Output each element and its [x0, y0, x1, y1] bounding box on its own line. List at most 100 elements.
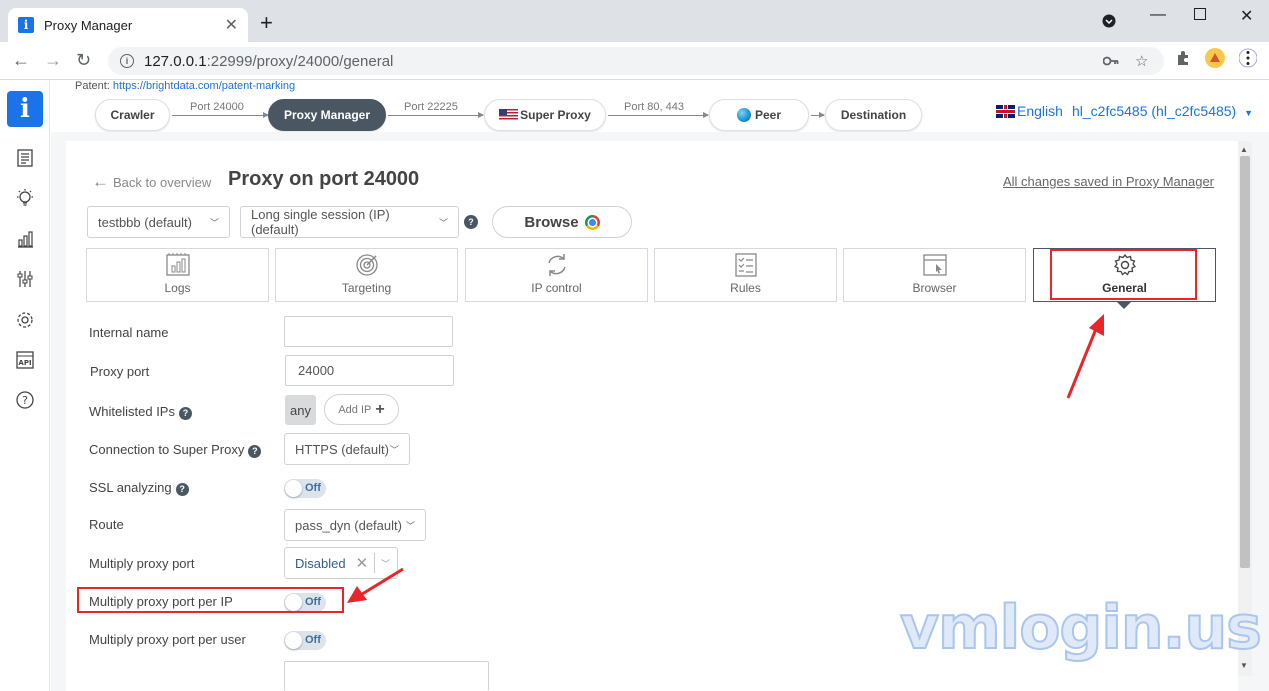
plus-icon: + — [375, 400, 385, 418]
annotation-arrow-up-icon — [1066, 314, 1104, 399]
extensions-icon[interactable] — [1175, 50, 1191, 70]
address-bar[interactable]: i 127.0.0.1:22999/proxy/24000/general — [108, 47, 1164, 75]
multiply-port-user-toggle[interactable]: Off — [284, 631, 326, 650]
sidebar-stats-icon[interactable] — [14, 228, 36, 250]
pipeline-arrow — [388, 112, 484, 118]
toggle-state: Off — [305, 634, 321, 646]
browse-button[interactable]: Browse — [492, 206, 632, 238]
ssl-analyzing-label: SSL analyzing — [89, 480, 172, 495]
maximize-icon[interactable] — [1194, 7, 1206, 25]
scroll-up-icon[interactable]: ▲ — [1240, 145, 1248, 154]
account-menu[interactable]: hl_c2fc5485 (hl_c2fc5485) ▼ — [1072, 103, 1253, 119]
svg-text:API: API — [18, 359, 31, 367]
sidebar-tips-icon[interactable] — [14, 187, 36, 209]
tab-logs[interactable]: Logs — [86, 248, 269, 302]
pipeline-node-peer: Peer — [709, 99, 809, 131]
back-to-overview-link[interactable]: ← Back to overview — [92, 172, 211, 192]
patent-label: Patent: — [75, 80, 110, 92]
browser-menu-icon[interactable] — [1238, 47, 1258, 73]
rules-checklist-icon — [734, 253, 757, 277]
app-logo-icon[interactable]: i — [7, 91, 43, 127]
route-select-value: pass_dyn (default) — [295, 517, 402, 533]
chevron-down-icon: ▼ — [1244, 108, 1254, 118]
site-info-icon[interactable]: i — [120, 54, 134, 68]
pipeline-port-1: Port 24000 — [190, 101, 244, 113]
proxy-port-label: Proxy port — [90, 364, 150, 379]
url-path: :22999/proxy/24000/general — [206, 52, 394, 70]
tab-browser[interactable]: Browser — [843, 248, 1026, 302]
connection-help-icon[interactable]: ? — [248, 444, 262, 458]
tab-search-icon[interactable] — [1102, 14, 1116, 33]
pipeline-arrow — [608, 112, 709, 118]
tab-rules[interactable]: Rules — [654, 248, 837, 302]
browser-tab[interactable]: i Proxy Manager ✕ — [8, 8, 248, 42]
key-icon[interactable] — [1102, 53, 1119, 70]
chevron-down-icon: ﹀ — [405, 520, 415, 531]
us-flag-icon — [499, 109, 519, 121]
browser-tab-title: Proxy Manager — [44, 17, 133, 33]
add-ip-label: Add IP — [338, 403, 372, 416]
forward-icon[interactable]: → — [44, 50, 62, 71]
internal-name-input[interactable] — [284, 316, 453, 347]
preset-help-icon[interactable]: ? — [464, 215, 478, 229]
toggle-knob — [285, 632, 302, 649]
add-ip-button[interactable]: Add IP + — [324, 394, 399, 425]
pipeline-node-proxy-manager: Proxy Manager — [268, 99, 386, 131]
patent-notice: Patent: https://brightdata.com/patent-ma… — [75, 80, 295, 92]
browser-tabbar: i Proxy Manager ✕ + — ✕ — [0, 0, 1269, 42]
whitelist-any-chip[interactable]: any — [285, 395, 316, 425]
connection-select[interactable]: HTTPS (default) ﹀ — [284, 433, 410, 465]
multiply-port-label: Multiply proxy port — [89, 556, 195, 571]
highlight-general-tab — [1050, 249, 1197, 300]
new-tab-icon[interactable]: + — [260, 10, 273, 36]
pipeline-node-super-proxy: Super Proxy — [484, 99, 606, 131]
globe-icon — [736, 108, 751, 122]
whitelisted-help-icon[interactable]: ? — [178, 406, 192, 420]
tab-browser-label: Browser — [912, 281, 957, 295]
window-close-icon[interactable]: ✕ — [1240, 6, 1253, 26]
interface-select-partial[interactable] — [284, 661, 489, 691]
ssl-analyzing-toggle[interactable]: Off — [284, 479, 326, 498]
reload-icon[interactable]: ↻ — [76, 50, 91, 71]
toggle-knob — [285, 480, 302, 497]
multiply-port-value: Disabled — [295, 555, 346, 571]
tab-targeting[interactable]: Targeting — [275, 248, 458, 302]
sidebar-settings-gear-icon[interactable] — [14, 309, 36, 331]
watermark: vmlogin.us — [899, 592, 1263, 664]
tab-logs-label: Logs — [164, 281, 191, 295]
language-switcher[interactable]: English — [996, 103, 1063, 119]
pipeline-port-3: Port 80, 443 — [624, 101, 684, 113]
app-sidebar: i API ? — [0, 80, 50, 691]
url-text: 127.0.0.1:22999/proxy/24000/general — [144, 53, 393, 70]
annotation-arrow-left-icon — [347, 567, 404, 603]
sidebar-proxies-icon[interactable] — [14, 147, 36, 169]
minimize-icon[interactable]: — — [1150, 6, 1166, 24]
bookmark-star-icon[interactable]: ☆ — [1135, 52, 1148, 70]
chevron-down-icon: ﹀ — [389, 444, 399, 455]
back-icon[interactable]: ← — [12, 50, 30, 71]
sidebar-api-icon[interactable]: API — [14, 349, 36, 371]
tab-ip-control[interactable]: IP control — [465, 248, 648, 302]
svg-text:?: ? — [22, 394, 28, 407]
uk-flag-icon — [996, 104, 1015, 118]
ssl-help-icon[interactable]: ? — [175, 482, 189, 496]
route-select[interactable]: pass_dyn (default) ﹀ — [284, 509, 426, 541]
patent-link[interactable]: https://brightdata.com/patent-marking — [113, 80, 295, 92]
profile-avatar[interactable] — [1205, 48, 1225, 72]
close-tab-icon[interactable]: ✕ — [225, 15, 238, 35]
zone-select[interactable]: testbbb (default) ﹀ — [87, 206, 230, 238]
route-label: Route — [89, 517, 124, 532]
sidebar-help-icon[interactable]: ? — [14, 389, 36, 411]
preset-select[interactable]: Long single session (IP) (default) ﹀ — [240, 206, 459, 238]
sidebar-tools-icon[interactable] — [14, 268, 36, 290]
tab-ip-control-label: IP control — [531, 281, 582, 295]
internal-name-label: Internal name — [89, 325, 169, 340]
multiply-port-user-label: Multiply proxy port per user — [89, 632, 246, 647]
pipeline-node-destination: Destination — [825, 99, 922, 131]
chevron-down-icon: ﹀ — [209, 217, 219, 228]
connection-row: Connection to Super Proxy? — [89, 442, 262, 458]
proxy-port-input[interactable]: 24000 — [285, 355, 454, 386]
tab-targeting-label: Targeting — [341, 281, 392, 295]
scrollbar-thumb[interactable] — [1240, 156, 1250, 568]
connection-select-value: HTTPS (default) — [295, 441, 389, 457]
